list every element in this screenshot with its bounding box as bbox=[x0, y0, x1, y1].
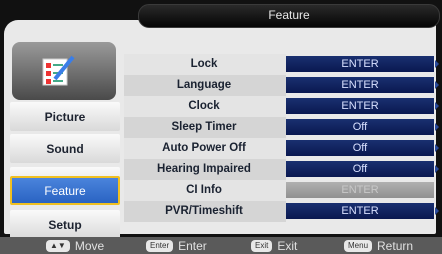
tv-osd-screen: Picture Sound Channel Feature Setup Lock… bbox=[0, 0, 442, 254]
hint-label: Return bbox=[377, 238, 414, 253]
title-bar: Feature bbox=[138, 4, 440, 28]
enter-key-icon: Enter bbox=[146, 239, 174, 252]
sidebar-item-picture[interactable]: Picture bbox=[10, 102, 120, 131]
sidebar-item-sound[interactable]: Sound bbox=[10, 134, 120, 163]
menu-value[interactable]: ENTER bbox=[286, 56, 434, 72]
hint-bar: ▲▼ Move Enter Enter Exit Exit Menu Retur… bbox=[0, 237, 442, 254]
menu-label: Auto Power Off bbox=[162, 142, 246, 154]
menu-row-language[interactable]: Language ENTER bbox=[124, 75, 439, 96]
menu-row-lock[interactable]: Lock ENTER bbox=[124, 54, 439, 75]
menu-row-sleep-timer[interactable]: Sleep Timer Off bbox=[124, 117, 439, 138]
sidebar-item-feature[interactable]: Feature bbox=[10, 176, 120, 205]
menu-row-clock[interactable]: Clock ENTER bbox=[124, 96, 439, 117]
hint-label: Exit bbox=[277, 238, 298, 253]
menu-value[interactable]: Off bbox=[286, 140, 434, 156]
menu-label: Clock bbox=[188, 100, 220, 112]
checklist-icon bbox=[42, 55, 75, 86]
arrow-right-icon bbox=[435, 102, 439, 110]
arrow-right-icon bbox=[435, 165, 439, 173]
arrow-right-icon bbox=[435, 123, 439, 131]
menu-label: PVR/Timeshift bbox=[165, 205, 243, 217]
menu-row-ci-info: CI Info ENTER bbox=[124, 180, 438, 201]
menu-label: Language bbox=[176, 79, 232, 91]
arrows-key-icon: ▲▼ bbox=[46, 239, 70, 252]
arrow-right-icon bbox=[435, 144, 439, 152]
hint-move: ▲▼ Move bbox=[46, 237, 104, 254]
menu-label: Sleep Timer bbox=[171, 121, 237, 133]
menu-value[interactable]: ENTER bbox=[286, 77, 434, 93]
hint-exit: Exit Exit bbox=[251, 237, 297, 254]
exit-key-icon: Exit bbox=[251, 239, 273, 252]
menu-value[interactable]: Off bbox=[286, 161, 434, 177]
hint-label: Enter bbox=[178, 238, 207, 253]
menu-label: CI Info bbox=[186, 184, 222, 196]
menu-panel: Picture Sound Channel Feature Setup Lock… bbox=[4, 20, 439, 239]
menu-value[interactable]: Off bbox=[286, 119, 434, 135]
sidebar-item-setup[interactable]: Setup bbox=[10, 210, 120, 239]
menu-row-auto-power-off[interactable]: Auto Power Off Off bbox=[124, 138, 439, 159]
arrow-right-icon bbox=[435, 81, 439, 89]
menu-value[interactable]: ENTER bbox=[286, 203, 434, 219]
menu-value[interactable]: ENTER bbox=[286, 98, 434, 114]
hint-enter: Enter Enter bbox=[146, 237, 207, 254]
menu-row-pvr-timeshift[interactable]: PVR/Timeshift ENTER bbox=[124, 201, 439, 222]
arrow-right-icon bbox=[435, 207, 439, 215]
menu-row-hearing-impaired[interactable]: Hearing Impaired Off bbox=[124, 159, 439, 180]
hint-label: Move bbox=[74, 238, 105, 253]
menu-value: ENTER bbox=[286, 182, 434, 198]
menu-label: Lock bbox=[190, 58, 218, 70]
category-icon-box bbox=[12, 42, 116, 100]
menu-label: Hearing Impaired bbox=[157, 163, 251, 175]
hint-return: Menu Return bbox=[344, 237, 413, 254]
arrow-right-icon bbox=[435, 60, 439, 68]
page-title: Feature bbox=[268, 8, 310, 22]
menu-key-icon: Menu bbox=[344, 239, 373, 252]
